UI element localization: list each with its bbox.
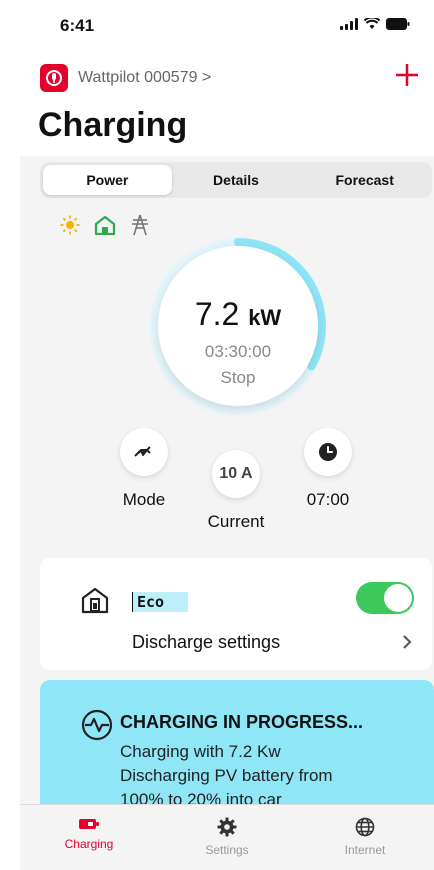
bottom-navigation: Charging Settings Internet (20, 804, 434, 870)
mode-label: Mode (122, 490, 166, 509)
header: Wattpilot 000579 > Charging (20, 52, 434, 156)
progress-line-1: Charging with 7.2 Kw (120, 742, 281, 761)
page-title: Charging (38, 106, 188, 144)
tab-details[interactable]: Details (172, 165, 301, 195)
add-button[interactable] (392, 60, 422, 90)
home-icon (94, 215, 116, 235)
grid-pylon-icon (132, 214, 148, 236)
stop-button[interactable]: Stop (158, 368, 318, 388)
current-label: Current (207, 512, 265, 531)
eco-toggle[interactable] (356, 582, 414, 614)
status-time: 6:41 (60, 16, 95, 35)
tab-forecast[interactable]: Forecast (300, 165, 429, 195)
power-value: 7.2 (194, 296, 240, 332)
chevron-right-icon[interactable] (402, 634, 412, 650)
wattpilot-logo-icon (40, 64, 68, 92)
charge-duration: 03:30:00 (204, 342, 272, 361)
current-value: 10 A (219, 465, 253, 482)
battery-icon (386, 18, 410, 30)
progress-line-2: Discharging PV battery from (120, 766, 333, 785)
tab-power[interactable]: Power (43, 165, 172, 195)
eco-label: Eco (132, 592, 188, 612)
power-gauge[interactable]: 7.2 kW 03:30:00 Stop (148, 236, 328, 416)
power-unit: kW (248, 305, 282, 330)
timer-value: 07:00 (306, 490, 350, 509)
nav-settings-label: Settings (205, 843, 249, 857)
gear-icon (217, 817, 237, 837)
device-name: Wattpilot 000579 > (78, 69, 212, 86)
nav-charging-label: Charging (64, 837, 114, 851)
signal-icon (340, 18, 358, 30)
status-icons (340, 18, 410, 30)
mode-button[interactable] (120, 428, 168, 476)
tab-bar: Power Details Forecast (40, 162, 432, 198)
nav-internet[interactable]: Internet (296, 805, 434, 870)
activity-icon (81, 709, 113, 741)
discharge-settings-link[interactable]: Discharge settings (132, 632, 280, 653)
nav-settings[interactable]: Settings (158, 805, 296, 870)
battery-charging-icon (79, 819, 99, 829)
plug-icon (134, 446, 151, 457)
sun-icon (60, 215, 80, 235)
power-readout: 7.2 kW (158, 296, 318, 333)
charging-progress-card: CHARGING IN PROGRESS... Charging with 7.… (40, 680, 434, 820)
globe-icon (355, 817, 375, 837)
toggle-knob (384, 584, 412, 612)
gauge-face: 7.2 kW 03:30:00 Stop (158, 246, 318, 406)
progress-title: CHARGING IN PROGRESS... (120, 712, 364, 732)
discharge-card: Eco Discharge settings (40, 558, 432, 670)
nav-charging[interactable]: Charging (20, 805, 158, 870)
nav-internet-label: Internet (344, 843, 386, 857)
energy-source-icons (60, 214, 150, 236)
clock-icon (319, 443, 337, 461)
phone-screen: 6:41 Wattpilot 000579 > Charging Power D… (20, 0, 434, 870)
timer-button[interactable] (304, 428, 352, 476)
current-button[interactable]: 10 A (212, 450, 260, 498)
home-battery-icon (81, 587, 109, 614)
device-selector[interactable]: Wattpilot 000579 > (40, 64, 211, 92)
wifi-icon (364, 18, 380, 29)
status-bar: 6:41 (20, 0, 434, 52)
